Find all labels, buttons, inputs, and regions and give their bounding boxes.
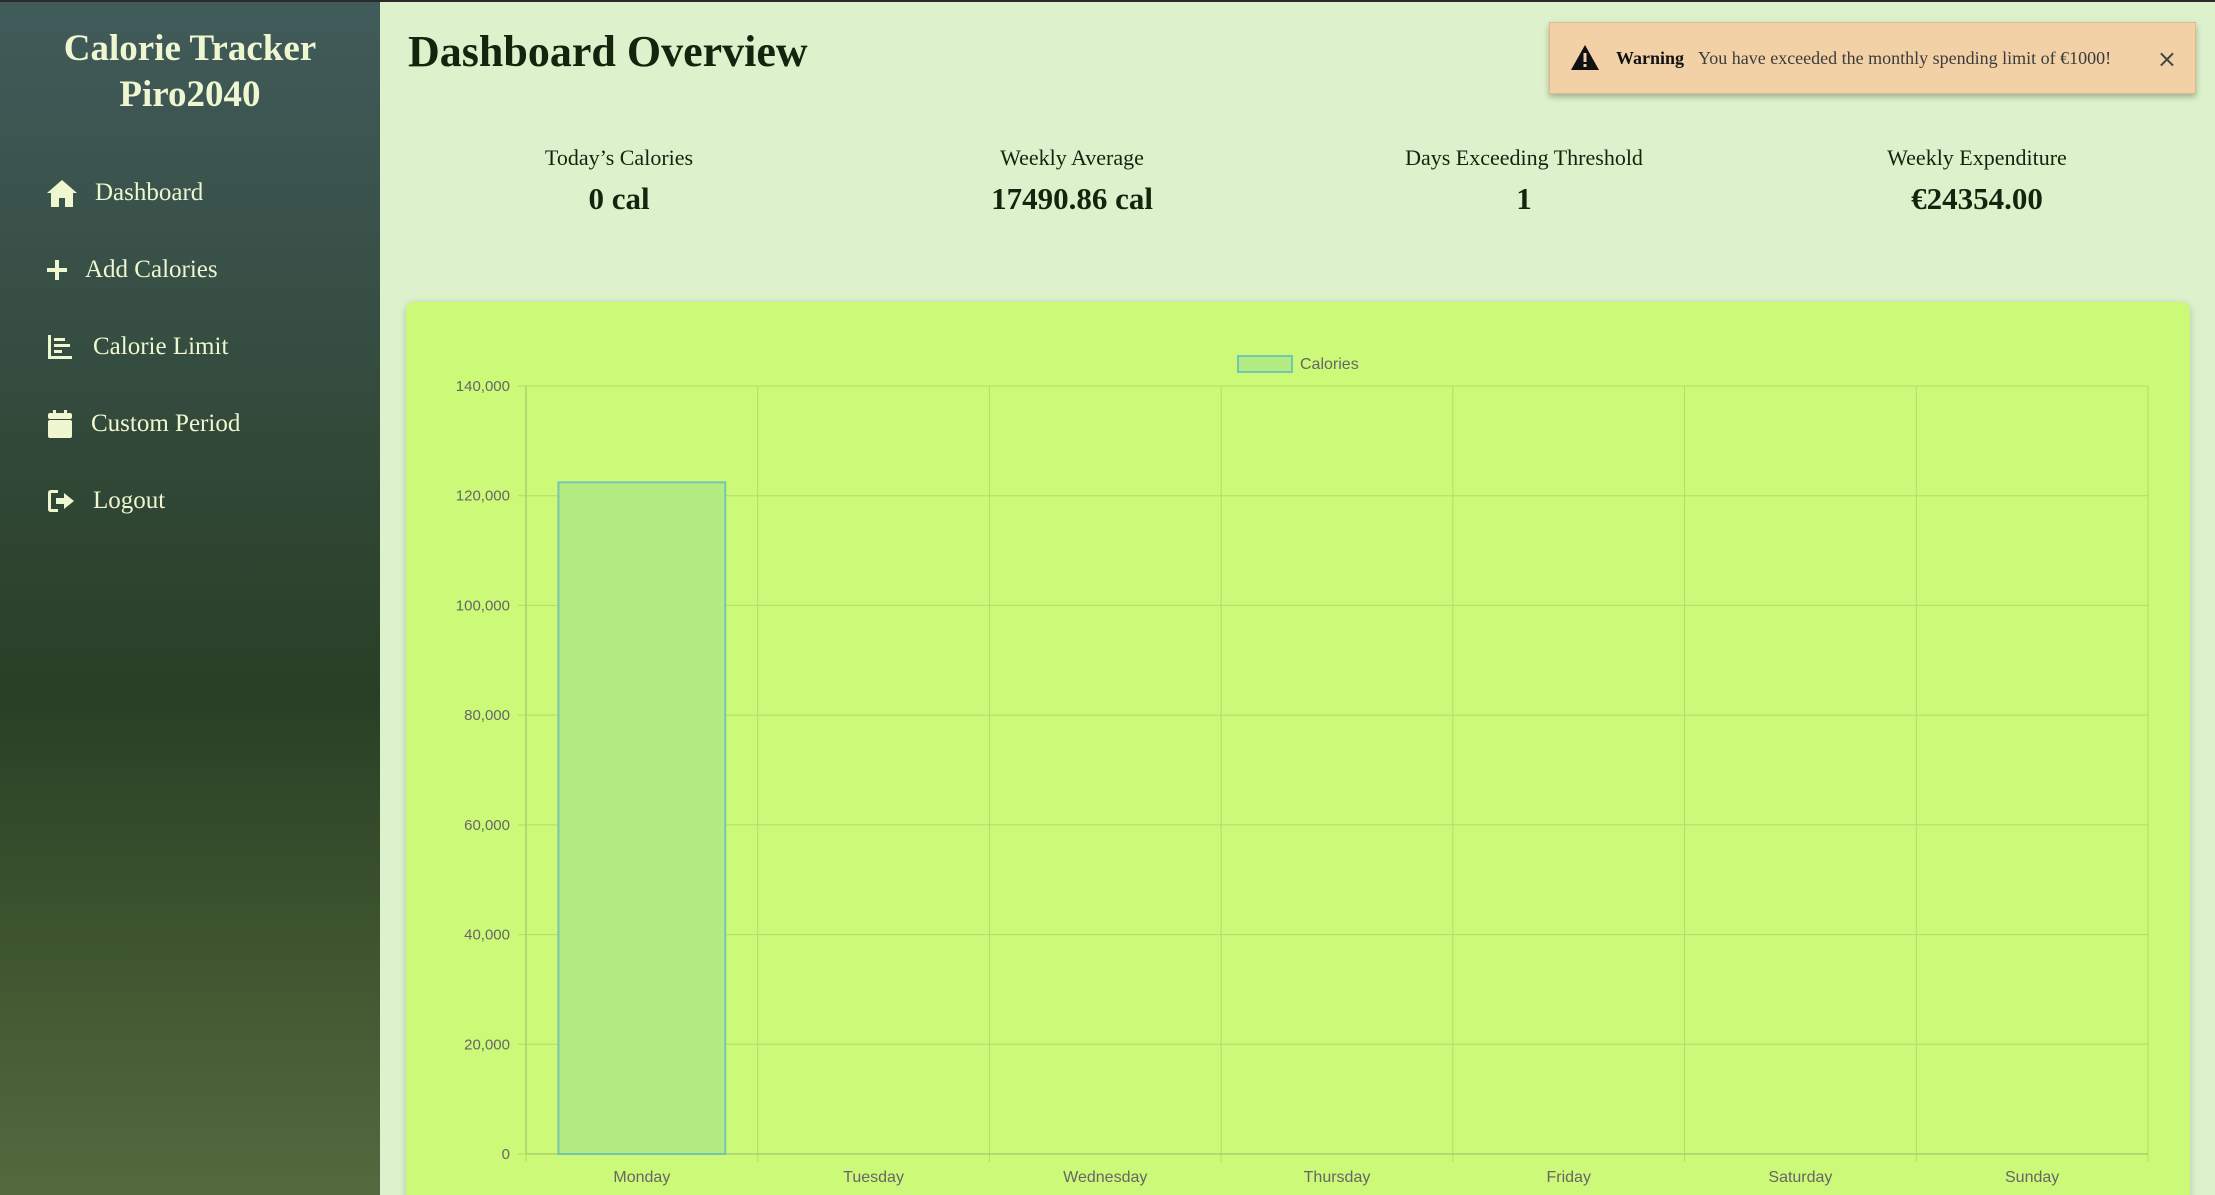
sidebar-item-label: Custom Period — [91, 409, 241, 437]
stat-weekly-average: Weekly Average 17490.86 cal — [922, 140, 1222, 222]
y-tick-label: 0 — [502, 1146, 510, 1163]
stat-label: Days Exceeding Threshold — [1405, 145, 1643, 170]
y-tick-label: 20,000 — [464, 1036, 510, 1053]
sidebar-item-calorie-limit[interactable]: Calorie Limit — [0, 308, 380, 385]
stat-label: Weekly Expenditure — [1887, 145, 2067, 170]
stats-row: Today’s Calories 0 cal Weekly Average 17… — [408, 140, 2198, 230]
brand-line-2: Piro2040 — [119, 74, 261, 115]
top-border — [0, 0, 2215, 2]
y-tick-label: 80,000 — [464, 707, 510, 724]
y-tick-label: 120,000 — [456, 488, 510, 505]
stat-value: 0 cal — [588, 181, 650, 216]
y-tick-label: 140,000 — [456, 378, 510, 395]
sidebar-item-label: Add Calories — [85, 255, 218, 283]
y-tick-label: 60,000 — [464, 817, 510, 834]
brand-line-1: Calorie Tracker — [63, 28, 317, 69]
warning-toast: Warning You have exceeded the monthly sp… — [1549, 22, 2196, 94]
home-icon — [45, 176, 79, 210]
plus-icon — [43, 253, 71, 287]
sidebar-item-label: Dashboard — [95, 178, 204, 206]
brand-title: Calorie Tracker Piro2040 — [0, 26, 380, 118]
toast-title: Warning — [1616, 47, 1685, 68]
sidebar-item-logout[interactable]: Logout — [0, 462, 380, 539]
toast-message: You have exceeded the monthly spending l… — [1698, 47, 2112, 68]
sidebar-item-add-calories[interactable]: Add Calories — [0, 231, 380, 308]
stat-value: 1 — [1516, 181, 1532, 216]
stat-value: €24354.00 — [1911, 181, 2043, 216]
x-tick-label: Saturday — [1768, 1169, 1832, 1186]
x-tick-label: Tuesday — [843, 1169, 904, 1186]
x-tick-label: Thursday — [1304, 1169, 1371, 1186]
y-tick-label: 100,000 — [456, 597, 510, 614]
logout-icon — [45, 484, 77, 518]
stat-days-exceeding: Days Exceeding Threshold 1 — [1374, 140, 1674, 222]
chart-icon — [45, 330, 75, 364]
y-tick-label: 40,000 — [464, 927, 510, 944]
sidebar-nav: Dashboard Add Calories Calorie Limit Cus… — [0, 154, 380, 539]
calories-bar-chart: 0 20,000 40,000 60,000 80,000 100,000 120,000 1… — [456, 355, 2149, 1186]
calendar-icon — [45, 407, 75, 441]
close-icon[interactable]: × — [2157, 45, 2177, 73]
legend-label: Calories — [1300, 356, 1359, 373]
warning-icon — [1571, 45, 1599, 70]
sidebar-item-label: Calorie Limit — [93, 332, 229, 360]
chart-bar — [557, 481, 727, 1156]
sidebar-item-custom-period[interactable]: Custom Period — [0, 385, 380, 462]
x-tick-label: Wednesday — [1063, 1169, 1147, 1186]
x-tick-label: Friday — [1546, 1169, 1590, 1186]
stat-value: 17490.86 cal — [991, 181, 1153, 216]
sidebar-item-label: Logout — [93, 486, 166, 514]
stat-label: Weekly Average — [1000, 145, 1144, 170]
chart-card: 0 20,000 40,000 60,000 80,000 100,000 120,000 1… — [406, 302, 2190, 1195]
legend-swatch — [1237, 355, 1293, 373]
sidebar: Calorie Tracker Piro2040 Dashboard Add C… — [0, 0, 380, 1195]
stat-weekly-expenditure: Weekly Expenditure €24354.00 — [1827, 140, 2127, 222]
sidebar-item-dashboard[interactable]: Dashboard — [0, 154, 380, 231]
page-title: Dashboard Overview — [408, 27, 808, 76]
stat-todays-calories: Today’s Calories 0 cal — [469, 140, 769, 222]
x-tick-label: Sunday — [2005, 1169, 2059, 1186]
stat-label: Today’s Calories — [544, 145, 694, 170]
x-tick-label: Monday — [613, 1169, 670, 1186]
